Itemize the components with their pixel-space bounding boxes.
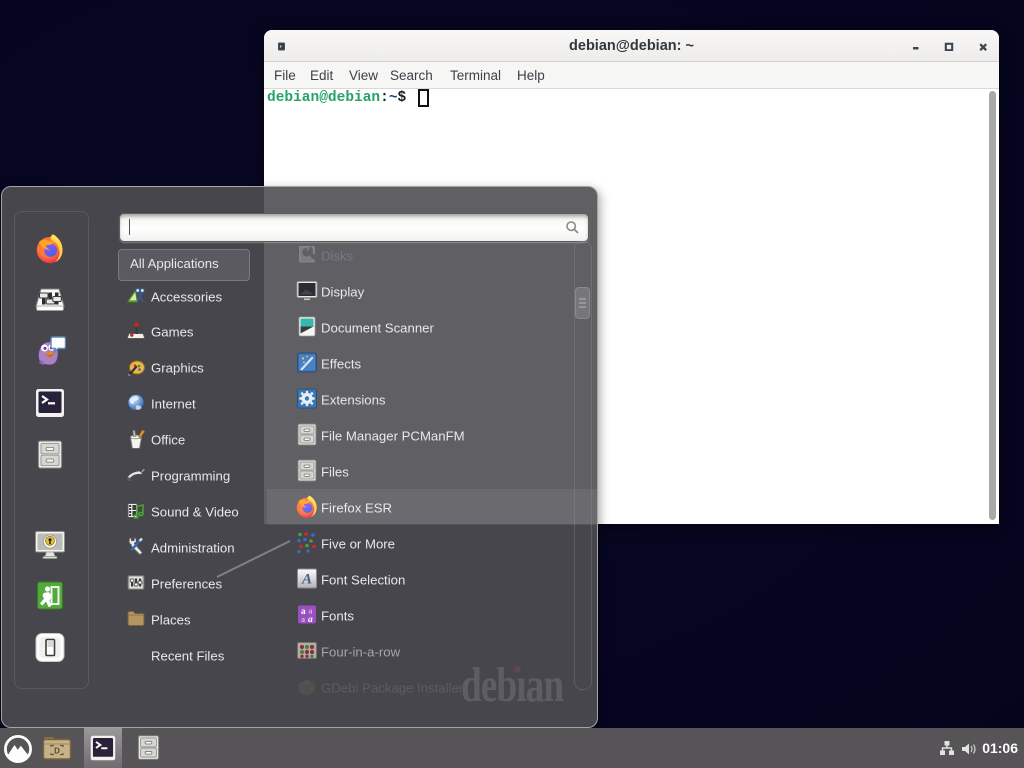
svg-text:a: a (301, 614, 305, 624)
svg-text:D: D (54, 747, 60, 756)
svg-text:a: a (309, 606, 313, 616)
svg-text:A: A (301, 572, 312, 588)
svg-text:a: a (308, 615, 313, 625)
